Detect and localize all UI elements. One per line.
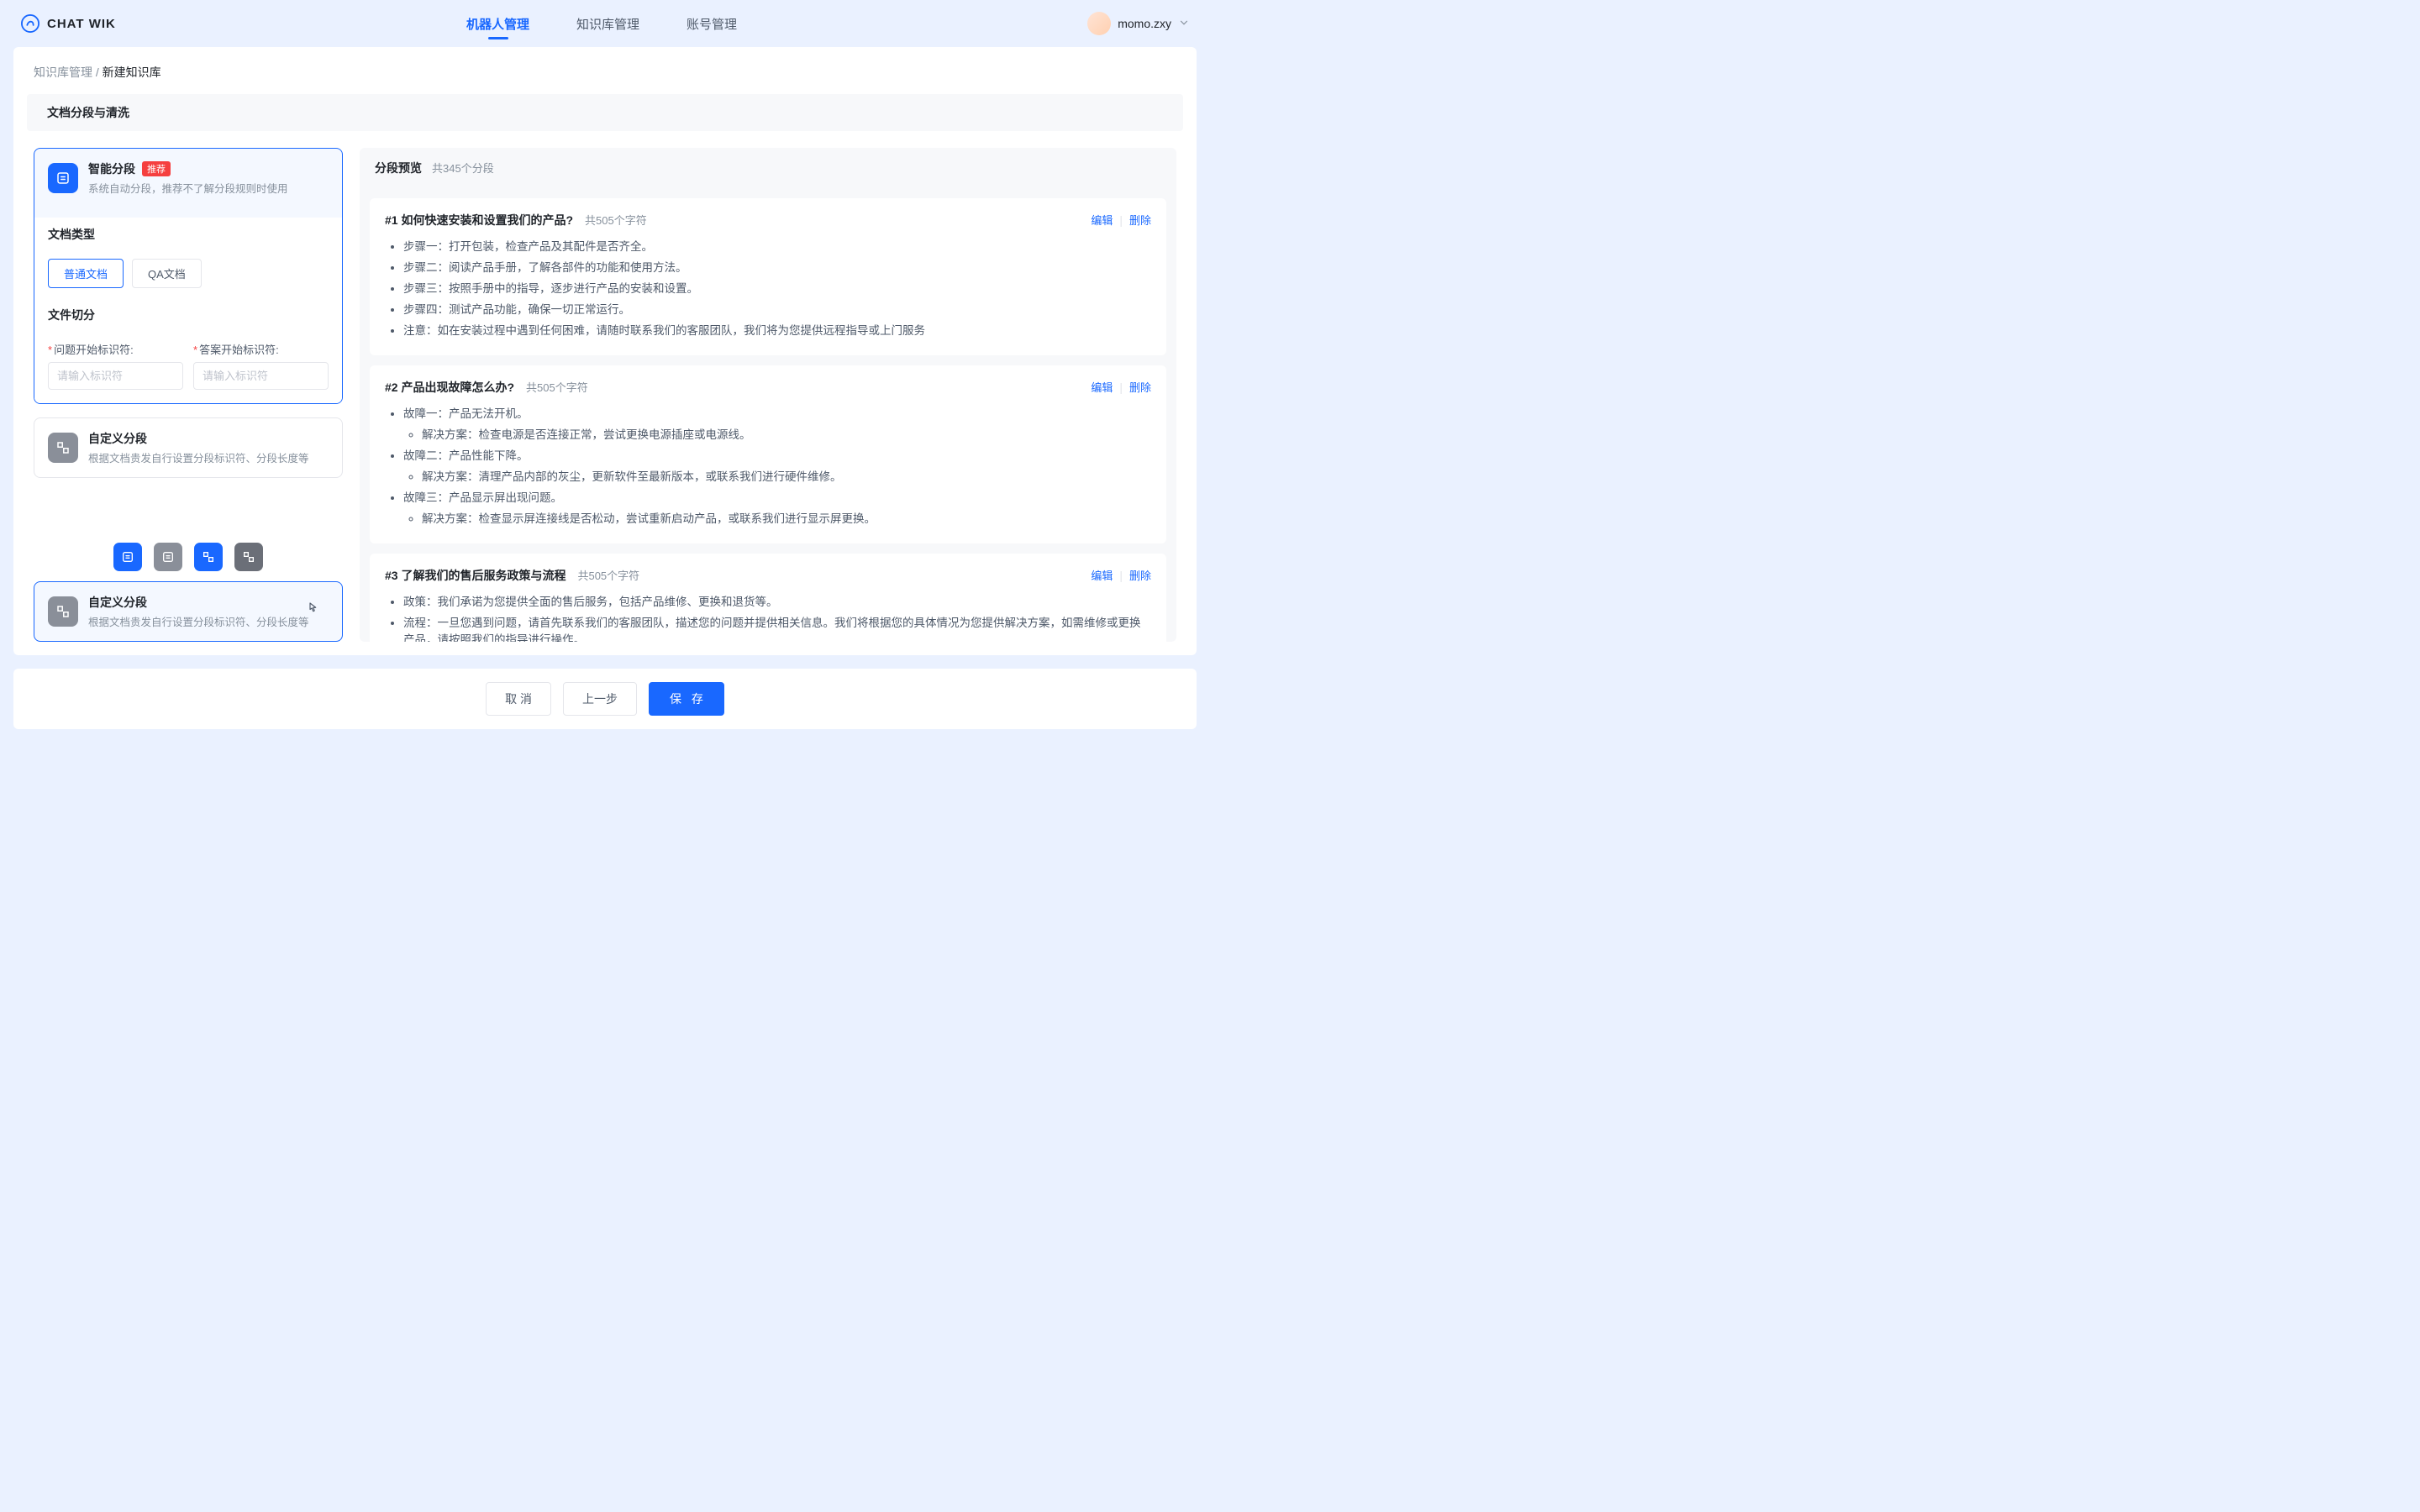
leaf-icon bbox=[20, 13, 40, 34]
brand-logo: CHAT WIK bbox=[20, 13, 116, 34]
nav-tabs: 机器人管理 知识库管理 账号管理 bbox=[116, 2, 1087, 46]
breadcrumb-current: 新建知识库 bbox=[103, 66, 161, 79]
prev-button[interactable]: 上一步 bbox=[563, 682, 637, 716]
custom-seg-hover-card[interactable]: 自定义分段 根据文档贵发自行设置分段标识符、分段长度等 bbox=[34, 581, 343, 642]
username: momo.zxy bbox=[1118, 17, 1171, 30]
sub-bullet-item: 解决方案：清理产品内部的灰尘，更新软件至最新版本，或联系我们进行硬件维修。 bbox=[422, 467, 1151, 484]
footer-bar: 取 消 上一步 保 存 bbox=[13, 669, 1197, 729]
a-marker-input[interactable] bbox=[193, 362, 329, 390]
preview-count: 共345个分段 bbox=[432, 160, 494, 176]
delete-link[interactable]: 删除 bbox=[1129, 567, 1151, 583]
segment-item: #2 产品出现故障怎么办? 共505个字符 编辑 | 删除故障一：产品无法开机。解决方案… bbox=[370, 365, 1166, 543]
segment-heading: #2 产品出现故障怎么办? bbox=[385, 379, 514, 396]
smart-seg-icon bbox=[48, 163, 78, 193]
segment-item: #3 了解我们的售后服务政策与流程共505个字符 编辑 | 删除政策：我们承诺为您提供… bbox=[370, 554, 1166, 642]
hover-card-icon bbox=[48, 596, 78, 627]
preview-header: 分段预览 共345个分段 bbox=[360, 148, 1176, 188]
segment-char-count: 共505个字符 bbox=[577, 567, 639, 583]
bullet-item: 故障一：产品无法开机。解决方案：检查电源是否连接正常，尝试更换电源插座或电源线。 bbox=[403, 404, 1151, 442]
edit-link[interactable]: 编辑 bbox=[1091, 212, 1113, 228]
q-marker-label: 问题开始标识符: bbox=[54, 344, 134, 356]
bullet-item: 故障二：产品性能下降。解决方案：清理产品内部的灰尘，更新软件至最新版本，或联系我… bbox=[403, 446, 1151, 484]
segment-heading: #1 如何快速安装和设置我们的产品? bbox=[385, 212, 573, 228]
strip-icon-3[interactable] bbox=[194, 543, 223, 571]
breadcrumb-parent[interactable]: 知识库管理 bbox=[34, 66, 92, 79]
delete-link[interactable]: 删除 bbox=[1129, 212, 1151, 228]
chevron-down-icon bbox=[1178, 17, 1190, 31]
bullet-item: 步骤三：按照手册中的指导，逐步进行产品的安装和设置。 bbox=[403, 279, 1151, 296]
cancel-button[interactable]: 取 消 bbox=[486, 682, 551, 716]
custom-seg-desc: 根据文档贵发自行设置分段标识符、分段长度等 bbox=[88, 449, 309, 465]
brand-text: CHAT WIK bbox=[47, 17, 116, 31]
segments-list: #1 如何快速安装和设置我们的产品?共505个字符编辑|删除步骤一：打开包装，检… bbox=[360, 188, 1176, 642]
recommend-badge: 推荐 bbox=[142, 161, 171, 176]
divider: | bbox=[1119, 569, 1123, 582]
icon-strip bbox=[34, 543, 343, 571]
a-marker-label: 答案开始标识符: bbox=[199, 344, 279, 356]
hover-card-desc: 根据文档贵发自行设置分段标识符、分段长度等 bbox=[88, 613, 309, 629]
custom-seg-icon bbox=[48, 433, 78, 463]
save-button[interactable]: 保 存 bbox=[649, 682, 724, 716]
sub-bullet-item: 解决方案：检查电源是否连接正常，尝试更换电源插座或电源线。 bbox=[422, 425, 1151, 442]
edit-link[interactable]: 编辑 bbox=[1091, 567, 1113, 583]
right-column: 分段预览 共345个分段 #1 如何快速安装和设置我们的产品?共505个字符编辑… bbox=[360, 148, 1176, 642]
nav-robot-mgmt[interactable]: 机器人管理 bbox=[463, 2, 533, 46]
nav-knowledge-mgmt[interactable]: 知识库管理 bbox=[573, 2, 643, 46]
sub-bullet-item: 解决方案：检查显示屏连接线是否松动，尝试重新启动产品，或联系我们进行显示屏更换。 bbox=[422, 509, 1151, 526]
smart-seg-card[interactable]: 智能分段 推荐 系统自动分段，推荐不了解分段规则时使用 文档类型 普通文档 QA… bbox=[34, 148, 343, 404]
bullet-item: 流程：一旦您遇到问题，请首先联系我们的客服团队，描述您的问题并提供相关信息。我们… bbox=[403, 613, 1151, 642]
file-split-label: 文件切分 bbox=[48, 298, 329, 333]
doc-type-qa[interactable]: QA文档 bbox=[132, 259, 202, 288]
custom-seg-title: 自定义分段 bbox=[88, 430, 309, 447]
q-marker-input[interactable] bbox=[48, 362, 183, 390]
left-column: 智能分段 推荐 系统自动分段，推荐不了解分段规则时使用 文档类型 普通文档 QA… bbox=[34, 148, 343, 642]
custom-seg-card[interactable]: 自定义分段 根据文档贵发自行设置分段标识符、分段长度等 bbox=[34, 417, 343, 478]
section-title: 文档分段与清洗 bbox=[27, 94, 1183, 131]
segment-bullets: 故障一：产品无法开机。解决方案：检查电源是否连接正常，尝试更换电源插座或电源线。… bbox=[390, 404, 1151, 526]
delete-link[interactable]: 删除 bbox=[1129, 379, 1151, 395]
strip-icon-1[interactable] bbox=[113, 543, 142, 571]
strip-icon-2[interactable] bbox=[154, 543, 182, 571]
segment-item: #1 如何快速安装和设置我们的产品? 共505个字符 编辑 | 删除步骤一：打开包装，检… bbox=[370, 198, 1166, 355]
bullet-item: 步骤一：打开包装，检查产品及其配件是否齐全。 bbox=[403, 237, 1151, 254]
doc-type-label: 文档类型 bbox=[48, 218, 329, 252]
divider: | bbox=[1119, 381, 1123, 394]
segment-bullets: 政策：我们承诺为您提供全面的售后服务，包括产品维修、更换和退货等。流程：一旦您遇… bbox=[390, 592, 1151, 642]
bullet-item: 注意：如在安装过程中遇到任何困难，请随时联系我们的客服团队，我们将为您提供远程指… bbox=[403, 321, 1151, 338]
bullet-item: 步骤二：阅读产品手册，了解各部件的功能和使用方法。 bbox=[403, 258, 1151, 275]
hover-card-title: 自定义分段 bbox=[88, 594, 309, 611]
doc-type-normal[interactable]: 普通文档 bbox=[48, 259, 124, 288]
breadcrumb: 知识库管理 / 新建知识库 bbox=[13, 47, 1197, 91]
avatar bbox=[1087, 12, 1111, 35]
segment-heading: #3 了解我们的售后服务政策与流程 bbox=[385, 567, 566, 584]
top-nav: CHAT WIK 机器人管理 知识库管理 账号管理 momo.zxy bbox=[0, 0, 1210, 47]
edit-link[interactable]: 编辑 bbox=[1091, 379, 1113, 395]
divider: | bbox=[1119, 213, 1123, 227]
segment-bullets: 步骤一：打开包装，检查产品及其配件是否齐全。步骤二：阅读产品手册，了解各部件的功… bbox=[390, 237, 1151, 338]
user-menu[interactable]: momo.zxy bbox=[1087, 12, 1190, 35]
nav-account-mgmt[interactable]: 账号管理 bbox=[683, 2, 740, 46]
segment-char-count: 共505个字符 bbox=[526, 379, 588, 395]
cursor-pointer-icon bbox=[305, 601, 320, 618]
main-card: 知识库管理 / 新建知识库 文档分段与清洗 智能分段 推荐 系统自动分段，推荐不… bbox=[13, 47, 1197, 655]
bullet-item: 步骤四：测试产品功能，确保一切正常运行。 bbox=[403, 300, 1151, 317]
segment-char-count: 共505个字符 bbox=[585, 212, 647, 228]
preview-title: 分段预览 bbox=[375, 160, 422, 176]
bullet-item: 政策：我们承诺为您提供全面的售后服务，包括产品维修、更换和退货等。 bbox=[403, 592, 1151, 609]
smart-seg-desc: 系统自动分段，推荐不了解分段规则时使用 bbox=[88, 180, 288, 196]
bullet-item: 故障三：产品显示屏出现问题。解决方案：检查显示屏连接线是否松动，尝试重新启动产品… bbox=[403, 488, 1151, 526]
floating-cluster: 自定义分段 根据文档贵发自行设置分段标识符、分段长度等 bbox=[34, 543, 343, 642]
strip-icon-4[interactable] bbox=[234, 543, 263, 571]
smart-seg-title: 智能分段 bbox=[88, 160, 135, 177]
